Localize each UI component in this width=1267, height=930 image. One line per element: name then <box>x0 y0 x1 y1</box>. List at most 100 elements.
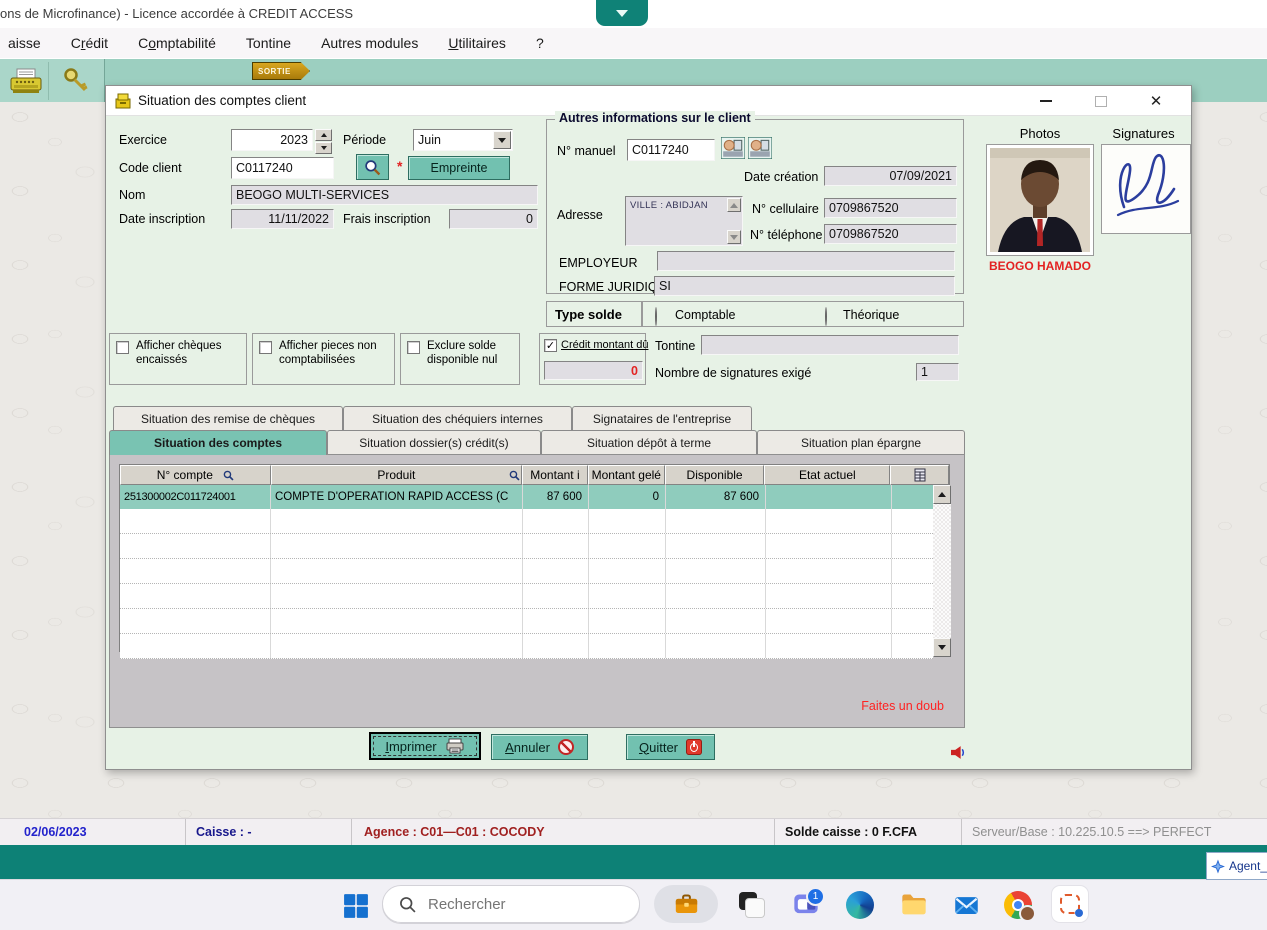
agent-star-icon <box>1211 859 1225 874</box>
credit-montant-label[interactable]: Crédit montant dû <box>561 339 648 351</box>
taskbar-chrome-button[interactable] <box>1000 887 1036 923</box>
afficher-pieces-checkbox[interactable] <box>259 341 272 354</box>
tab-label: Signataires de l'entreprise <box>593 412 731 426</box>
col-header-etat-actuel[interactable]: Etat actuel <box>764 465 890 485</box>
tab-situation-comptes[interactable]: Situation des comptes <box>109 430 327 455</box>
client-photo[interactable] <box>986 144 1094 256</box>
cell-montant-gele: 0 <box>589 485 666 509</box>
signature-image <box>1102 145 1190 233</box>
table-row <box>120 534 933 559</box>
afficher-cheques-checkbox[interactable] <box>116 341 129 354</box>
scroll-down-button[interactable] <box>933 638 951 657</box>
speaker-icon[interactable] <box>951 746 966 759</box>
taskbar-chat-button[interactable]: 1 <box>788 887 824 923</box>
forme-juridique-field: SI <box>654 276 955 296</box>
col-header-disponible[interactable]: Disponible <box>665 465 765 485</box>
portrait-image <box>990 148 1090 252</box>
required-marker: * <box>397 158 402 174</box>
menu-item-help[interactable]: ? <box>536 35 544 51</box>
credit-montant-checkbox[interactable]: ✓ <box>544 339 557 352</box>
adresse-scroll-down-icon[interactable] <box>727 230 741 244</box>
tab-depot-terme[interactable]: Situation dépôt à terme <box>541 430 757 454</box>
key-tool-button[interactable] <box>53 62 99 100</box>
combo-arrow-icon[interactable] <box>493 131 511 149</box>
tab-chequiers-internes[interactable]: Situation des chéquiers internes <box>343 406 572 430</box>
col-header-label: Etat actuel <box>799 468 856 482</box>
status-agence: Agence : C01—C01 : COCODY <box>352 819 775 845</box>
search-input[interactable] <box>426 895 600 914</box>
taskbar-taskview-button[interactable] <box>734 887 770 923</box>
exercice-input[interactable]: 2023 <box>231 129 313 151</box>
menu-item-credit[interactable]: Crédit <box>71 35 108 51</box>
exercice-spinner[interactable] <box>315 129 332 151</box>
maximize-button[interactable] <box>1086 88 1116 114</box>
column-search-icon[interactable] <box>509 470 520 481</box>
frais-inscription-value: 0 <box>526 212 533 226</box>
grid-report-icon[interactable] <box>914 468 926 482</box>
sortie-tab[interactable]: SORTIE <box>252 62 310 80</box>
agent-widget[interactable]: Agent_A <box>1206 852 1267 880</box>
table-row-selected[interactable]: 251300002C011724001 COMPTE D'OPERATION R… <box>120 485 933 509</box>
table-scrollbar[interactable] <box>933 485 951 653</box>
print-tool-button[interactable] <box>3 62 49 100</box>
col-header-tools[interactable] <box>890 465 949 485</box>
code-client-input[interactable]: C0117240 <box>231 157 334 179</box>
search-client-button[interactable] <box>356 154 389 180</box>
scroll-up-button[interactable] <box>933 485 951 504</box>
frais-inscription-label: Frais inscription <box>343 212 431 226</box>
quitter-button[interactable]: Quitter <box>626 734 715 760</box>
annuler-button[interactable]: Annuler <box>491 734 588 760</box>
telephone-field: 0709867520 <box>824 224 957 244</box>
main-window-title: ons de Microfinance) - Licence accordée … <box>0 6 353 21</box>
close-button[interactable]: ✕ <box>1141 88 1171 114</box>
menu-item-caisse[interactable]: aisse <box>8 35 41 51</box>
radio-comptable[interactable] <box>655 307 657 326</box>
spinner-up-icon[interactable] <box>315 129 332 141</box>
cell-montant: 87 600 <box>523 485 589 509</box>
col-header-produit[interactable]: Produit <box>271 465 522 485</box>
start-button[interactable] <box>338 888 374 924</box>
radio-comptable-label[interactable]: Comptable <box>675 308 735 322</box>
chrome-profile-avatar <box>1019 905 1036 922</box>
taskbar-edge-button[interactable] <box>842 887 878 923</box>
menu-item-utilitaires[interactable]: Utilitaires <box>448 35 506 51</box>
taskbar-explorer-button[interactable] <box>896 887 932 923</box>
afficher-pieces-label[interactable]: Afficher pieces non comptabilisées <box>279 339 391 368</box>
exclure-solde-label[interactable]: Exclure solde disponible nul <box>427 339 517 368</box>
exclure-solde-checkbox[interactable] <box>407 341 420 354</box>
tab-dossiers-credits[interactable]: Situation dossier(s) crédit(s) <box>327 430 541 454</box>
radio-theorique[interactable] <box>825 307 827 326</box>
adresse-scroll-up-icon[interactable] <box>727 198 741 212</box>
minimize-button[interactable] <box>1031 88 1061 114</box>
taskbar-snip-button[interactable] <box>1052 886 1088 922</box>
imprimer-button[interactable]: Imprimer <box>369 732 481 760</box>
nom-label: Nom <box>119 188 145 202</box>
menu-item-autres-modules[interactable]: Autres modules <box>321 35 418 51</box>
taskbar-active-app-pill[interactable] <box>654 885 718 923</box>
adresse-field[interactable]: VILLE : ABIDJAN <box>625 196 743 246</box>
radio-theorique-label[interactable]: Théorique <box>843 308 899 322</box>
briefcase-icon <box>673 891 700 918</box>
taskbar-search-pill[interactable] <box>382 885 640 923</box>
client-signature[interactable] <box>1101 144 1191 234</box>
spinner-down-icon[interactable] <box>315 142 332 154</box>
tab-signataires[interactable]: Signataires de l'entreprise <box>572 406 752 430</box>
menubar: aisse Crédit Comptabilité Tontine Autres… <box>0 28 1267 58</box>
afficher-cheques-label[interactable]: Afficher chèques encaissés <box>136 339 242 368</box>
hide-panel-button[interactable] <box>596 0 648 26</box>
tab-plan-epargne[interactable]: Situation plan épargne <box>757 430 965 454</box>
col-header-montant-gele[interactable]: Montant gelé <box>588 465 665 485</box>
taskbar-mail-button[interactable] <box>948 887 984 923</box>
menu-item-tontine[interactable]: Tontine <box>246 35 291 51</box>
column-search-icon[interactable] <box>223 470 234 481</box>
fingerprint-capture-icon[interactable] <box>721 137 745 159</box>
n-manuel-input[interactable]: C0117240 <box>627 139 715 161</box>
periode-combobox[interactable]: Juin <box>413 129 513 151</box>
menu-item-comptabilite[interactable]: Comptabilité <box>138 35 216 51</box>
col-header-montant[interactable]: Montant i <box>522 465 588 485</box>
empreinte-button[interactable]: Empreinte <box>408 156 510 180</box>
tab-content-panel: N° compte Produit Montant i Montant gelé… <box>109 454 965 728</box>
col-header-numero-compte[interactable]: N° compte <box>120 465 271 485</box>
fingerprint-capture-icon[interactable] <box>748 137 772 159</box>
tab-remise-cheques[interactable]: Situation des remise de chèques <box>113 406 343 430</box>
